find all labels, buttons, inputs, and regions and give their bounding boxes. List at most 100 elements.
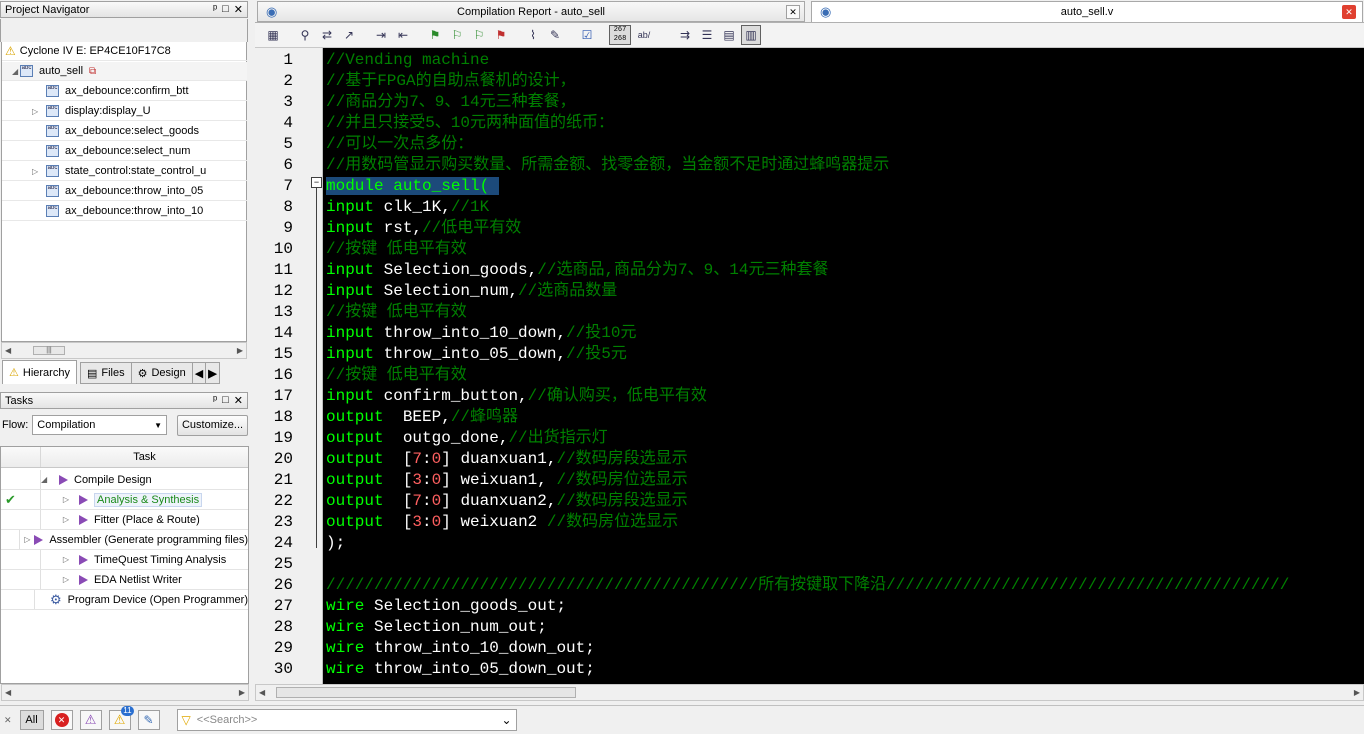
pin-icon[interactable]: ᵖ [213, 394, 217, 407]
pin-icon[interactable]: ᵖ [213, 3, 217, 16]
scroll-icon[interactable]: ✎ [545, 25, 565, 45]
code-line[interactable]: //Vending machine [326, 50, 489, 71]
code-line[interactable]: //基于FPGA的自助点餐机的设计， [326, 71, 576, 92]
bookmark-icon[interactable]: ⚑ [425, 25, 445, 45]
close-icon[interactable]: ✕ [234, 394, 243, 407]
expand-icon[interactable]: ▷ [41, 575, 69, 584]
filter-all-button[interactable]: All [19, 710, 44, 730]
expand-icon[interactable]: ▷ [32, 107, 46, 116]
tab-hierarchy[interactable]: ⚠ Hierarchy [2, 360, 77, 384]
chevron-down-icon[interactable]: ⌄ [501, 713, 511, 727]
tab-scroll-right[interactable]: ▶ [205, 362, 220, 384]
expand-icon[interactable]: ◢ [41, 475, 49, 484]
code-line[interactable]: input Selection_num,//选商品数量 [326, 281, 617, 302]
run-icon[interactable] [34, 534, 44, 545]
run-icon[interactable] [79, 554, 88, 565]
close-tab-icon[interactable]: ✕ [786, 4, 800, 19]
expand-icon[interactable]: ▷ [41, 495, 69, 504]
device-row[interactable]: ⚠ Cyclone IV E: EP4CE10F17C8 [2, 42, 247, 61]
scroll-grip[interactable]: ||| [33, 346, 65, 355]
tasks-hscrollbar[interactable]: ◀ ▶ [1, 684, 249, 701]
hierarchy-item[interactable]: abc ax_debounce:confirm_btt [2, 82, 247, 101]
find-icon[interactable]: ⚲ [295, 25, 315, 45]
code-line[interactable]: ////////////////////////////////////////… [326, 575, 1289, 596]
unindent-icon[interactable]: ⇤ [393, 25, 413, 45]
expand-icon[interactable]: ▷ [32, 167, 46, 176]
prev-bookmark-icon[interactable]: ⚐ [469, 25, 489, 45]
align-icon[interactable]: ⇉ [675, 25, 695, 45]
code-line[interactable]: output [3:0] weixuan2 //数码房位选显示 [326, 512, 678, 533]
code-line[interactable]: output [7:0] duanxuan1,//数码房段选显示 [326, 449, 688, 470]
hierarchy-item[interactable]: abc ax_debounce:select_num [2, 142, 247, 161]
filter-warnings-button[interactable]: ⚠ 11 [108, 706, 134, 730]
outline-icon[interactable]: ▤ [719, 25, 739, 45]
template-icon[interactable]: ▦ [263, 25, 283, 45]
task-row[interactable]: ▷ EDA Netlist Writer [1, 570, 248, 590]
code-editor[interactable]: − 1 //Vending machine 2 //基于FPGA的自助点餐机的设计， 3… [255, 48, 1364, 684]
task-list[interactable]: Task ◢ Compile Design ✔ ▷ Analysis & Synthes… [0, 446, 249, 684]
task-row[interactable]: ✔ ▷ Analysis & Synthesis [1, 490, 248, 510]
float-icon[interactable]: □ [222, 394, 229, 407]
message-search[interactable]: ▽ <<Search>> ⌄ [176, 709, 517, 731]
code-line[interactable]: ); [326, 533, 345, 554]
code-line[interactable]: wire throw_into_10_down_out; [326, 638, 595, 659]
hierarchy-item[interactable]: abc ax_debounce:select_goods [2, 122, 247, 141]
code-line[interactable]: input throw_into_05_down,//投5元 [326, 344, 627, 365]
code-line[interactable]: //按键 低电平有效 [326, 365, 467, 386]
code-line[interactable]: input Selection_goods,//选商品,商品分为7、9、14元三… [326, 260, 828, 281]
attach-icon[interactable]: ⌇ [523, 25, 543, 45]
close-tab-icon[interactable]: ✕ [1342, 5, 1356, 19]
hierarchy-item[interactable]: abc ax_debounce:throw_into_10 [2, 202, 247, 221]
scroll-left-icon[interactable]: ◀ [5, 688, 11, 697]
code-line[interactable]: input rst,//低电平有效 [326, 218, 521, 239]
tab-auto-sell[interactable]: ◉ auto_sell.v ✕ [811, 1, 1363, 22]
float-icon[interactable]: □ [222, 3, 229, 16]
expand-icon[interactable]: ◢ [12, 67, 20, 76]
code-line[interactable]: //按键 低电平有效 [326, 239, 467, 260]
hierarchy-item[interactable]: ▷ abc display:display_U [2, 102, 247, 121]
run-icon[interactable] [79, 514, 88, 525]
task-column-header[interactable]: Task [1, 447, 248, 468]
scroll-thumb[interactable] [276, 687, 576, 698]
code-line[interactable]: input throw_into_10_down,//投10元 [326, 323, 636, 344]
filter-info-button[interactable]: ✎ [137, 710, 160, 730]
task-row[interactable]: ◢ Compile Design [1, 470, 248, 490]
code-line[interactable]: wire throw_into_05_down_out; [326, 659, 595, 680]
expand-icon[interactable]: ▷ [41, 515, 69, 524]
editor-hscrollbar[interactable]: ◀ ▶ [255, 684, 1364, 701]
code-line[interactable]: //可以一次点多份： [326, 134, 473, 155]
code-line[interactable]: wire Selection_num_out; [326, 617, 547, 638]
flow-select[interactable]: Compilation ▼ [32, 415, 168, 435]
filter-critical-button[interactable]: ⚠ [79, 710, 102, 730]
word-wrap-toggle[interactable]: ab/ [633, 25, 655, 45]
filter-errors-button[interactable]: ✕ [50, 710, 73, 730]
code-line[interactable]: output [7:0] duanxuan2,//数码房段选显示 [326, 491, 688, 512]
task-row[interactable]: ▷ TimeQuest Timing Analysis [1, 550, 248, 570]
hierarchy-item[interactable]: ▷ abc state_control:state_control_u [2, 162, 247, 181]
hierarchy-tree[interactable]: ⚠ Cyclone IV E: EP4CE10F17C8 ◢ abc auto_… [1, 42, 247, 342]
list-icon[interactable]: ☰ [697, 25, 717, 45]
check-syntax-icon[interactable]: ☑ [577, 25, 597, 45]
next-bookmark-icon[interactable]: ⚐ [447, 25, 467, 45]
expand-icon[interactable]: ▷ [41, 555, 69, 564]
replace-icon[interactable]: ⇄ [317, 25, 337, 45]
code-line[interactable]: //并且只接受5、10元两种面值的纸币： [326, 113, 614, 134]
navigator-hscrollbar[interactable]: ◀ ||| ▶ [1, 342, 247, 359]
goto-icon[interactable]: ↗ [339, 25, 359, 45]
programmer-icon[interactable]: ⚙ [50, 592, 62, 608]
task-row[interactable]: ⚙ Program Device (Open Programmer) [1, 590, 248, 610]
scroll-right-icon[interactable]: ▶ [237, 346, 243, 355]
line-numbers-toggle[interactable]: 267 268 [609, 25, 631, 45]
hierarchy-item[interactable]: abc ax_debounce:throw_into_05 [2, 182, 247, 201]
task-row[interactable]: ▷ Assembler (Generate programming files) [1, 530, 248, 550]
scroll-left-icon[interactable]: ◀ [259, 688, 265, 697]
code-line[interactable]: wire Selection_goods_out; [326, 596, 566, 617]
customize-button[interactable]: Customize... [177, 414, 248, 436]
code-line[interactable]: output [3:0] weixuan1, //数码房位选显示 [326, 470, 688, 491]
clear-bookmarks-icon[interactable]: ⚑ [491, 25, 511, 45]
scroll-left-icon[interactable]: ◀ [5, 346, 11, 355]
tab-files[interactable]: ▤ Files [79, 362, 132, 384]
code-line[interactable]: input clk_1K,//1K [326, 197, 489, 218]
code-line[interactable]: module auto_sell( [326, 176, 499, 197]
code-line[interactable]: //按键 低电平有效 [326, 302, 467, 323]
